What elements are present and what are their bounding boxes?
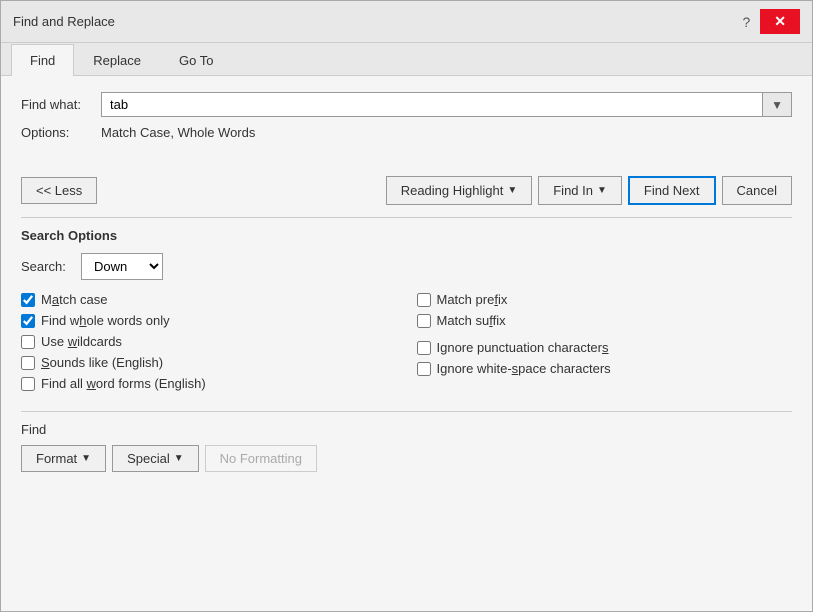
match-prefix-row: Match prefix — [417, 292, 793, 307]
ignore-punctuation-checkbox[interactable] — [417, 341, 431, 355]
ignore-punctuation-label[interactable]: Ignore punctuation characters — [437, 340, 609, 355]
whole-words-row: Find whole words only — [21, 313, 397, 328]
checkboxes-right-col: Match prefix Match suffix Ignore punctua… — [417, 292, 793, 391]
find-input-wrapper: ▼ — [101, 92, 792, 117]
dialog-title: Find and Replace — [13, 14, 115, 29]
help-button[interactable]: ? — [736, 12, 756, 32]
options-label: Options: — [21, 125, 101, 140]
find-what-input[interactable] — [102, 93, 762, 116]
ignore-whitespace-label[interactable]: Ignore white-space characters — [437, 361, 611, 376]
sounds-like-label[interactable]: Sounds like (English) — [41, 355, 163, 370]
find-bottom-section: Find Format ▼ Special ▼ No Formatting — [21, 411, 792, 472]
search-label: Search: — [21, 259, 81, 274]
tab-replace[interactable]: Replace — [74, 44, 160, 76]
match-suffix-checkbox[interactable] — [417, 314, 431, 328]
match-case-label[interactable]: Match case — [41, 292, 108, 307]
sounds-like-row: Sounds like (English) — [21, 355, 397, 370]
search-row: Search: Down Up All — [21, 253, 792, 280]
match-prefix-checkbox[interactable] — [417, 293, 431, 307]
button-row-right: Reading Highlight ▼ Find In ▼ Find Next … — [386, 176, 792, 205]
ignore-whitespace-checkbox[interactable] — [417, 362, 431, 376]
search-direction-select[interactable]: Down Up All — [82, 254, 162, 279]
match-case-checkbox[interactable] — [21, 293, 35, 307]
special-button[interactable]: Special ▼ — [112, 445, 199, 472]
match-case-row: Match case — [21, 292, 397, 307]
ignore-whitespace-row: Ignore white-space characters — [417, 361, 793, 376]
close-button[interactable]: ✕ — [760, 9, 800, 34]
tab-goto[interactable]: Go To — [160, 44, 232, 76]
title-bar-left: Find and Replace — [13, 14, 115, 29]
whole-words-label[interactable]: Find whole words only — [41, 313, 170, 328]
cancel-button[interactable]: Cancel — [722, 176, 792, 205]
ignore-punctuation-row: Ignore punctuation characters — [417, 340, 793, 355]
wildcards-row: Use wildcards — [21, 334, 397, 349]
wildcards-checkbox[interactable] — [21, 335, 35, 349]
match-suffix-label[interactable]: Match suffix — [437, 313, 506, 328]
tab-bar: Find Replace Go To — [1, 43, 812, 76]
wildcards-label[interactable]: Use wildcards — [41, 334, 122, 349]
tab-find[interactable]: Find — [11, 44, 74, 76]
format-button[interactable]: Format ▼ — [21, 445, 106, 472]
find-bottom-buttons: Format ▼ Special ▼ No Formatting — [21, 445, 792, 472]
reading-highlight-arrow-icon: ▼ — [507, 185, 517, 196]
sounds-like-checkbox[interactable] — [21, 356, 35, 370]
find-section-label: Find — [21, 422, 792, 437]
format-arrow-icon: ▼ — [81, 453, 91, 464]
less-button[interactable]: << Less — [21, 177, 97, 204]
special-arrow-icon: ▼ — [174, 453, 184, 464]
title-bar: Find and Replace ? ✕ — [1, 1, 812, 43]
find-in-button[interactable]: Find In ▼ — [538, 176, 622, 205]
find-input-dropdown-button[interactable]: ▼ — [762, 93, 791, 116]
find-what-label: Find what: — [21, 97, 101, 112]
word-forms-label[interactable]: Find all word forms (English) — [41, 376, 206, 391]
find-next-button[interactable]: Find Next — [628, 176, 716, 205]
search-options-title: Search Options — [21, 217, 792, 243]
options-row: Options: Match Case, Whole Words — [21, 125, 792, 140]
no-formatting-button[interactable]: No Formatting — [205, 445, 317, 472]
find-what-row: Find what: ▼ — [21, 92, 792, 117]
checkboxes-area: Match case Find whole words only Use wil… — [21, 292, 792, 391]
title-controls: ? ✕ — [736, 9, 800, 34]
options-value: Match Case, Whole Words — [101, 125, 255, 140]
match-suffix-row: Match suffix — [417, 313, 793, 328]
dialog-body: Find what: ▼ Options: Match Case, Whole … — [1, 76, 812, 488]
reading-highlight-button[interactable]: Reading Highlight ▼ — [386, 176, 533, 205]
search-select-wrapper: Down Up All — [81, 253, 163, 280]
word-forms-checkbox[interactable] — [21, 377, 35, 391]
find-in-arrow-icon: ▼ — [597, 185, 607, 196]
whole-words-checkbox[interactable] — [21, 314, 35, 328]
checkboxes-left-col: Match case Find whole words only Use wil… — [21, 292, 397, 391]
main-button-row: << Less Reading Highlight ▼ Find In ▼ Fi… — [21, 176, 792, 205]
word-forms-row: Find all word forms (English) — [21, 376, 397, 391]
match-prefix-label[interactable]: Match prefix — [437, 292, 508, 307]
find-replace-dialog: Find and Replace ? ✕ Find Replace Go To … — [0, 0, 813, 612]
